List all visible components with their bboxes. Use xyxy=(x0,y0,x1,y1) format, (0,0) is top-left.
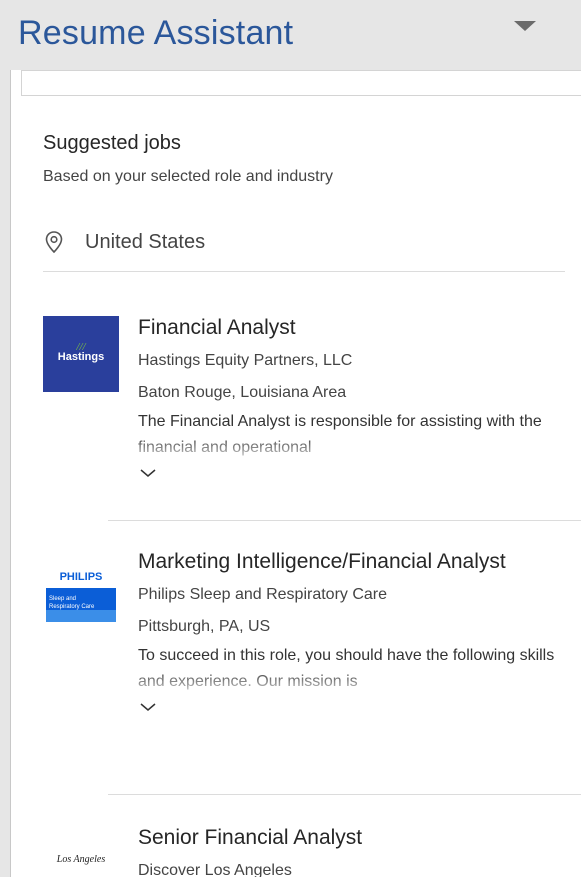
section-title: Suggested jobs xyxy=(43,132,181,154)
job-card[interactable]: /// Hastings Financial Analyst Hastings … xyxy=(43,316,581,506)
job-title[interactable]: Financial Analyst xyxy=(138,312,568,343)
job-location: Baton Rouge, Louisiana Area xyxy=(138,384,347,401)
pane-header: Resume Assistant xyxy=(0,0,581,70)
location-text: United States xyxy=(85,231,206,253)
divider xyxy=(108,520,581,521)
company-logo: PHILIPS Sleep and Respiratory Care xyxy=(43,550,119,626)
svg-text:Hastings: Hastings xyxy=(58,351,104,363)
svg-text:Sleep and: Sleep and xyxy=(49,596,76,602)
svg-text:Respiratory Care: Respiratory Care xyxy=(49,604,95,610)
svg-text:Los Angeles: Los Angeles xyxy=(56,854,106,865)
location-filter[interactable]: United States xyxy=(43,228,205,256)
job-card[interactable]: Los Angeles Senior Financial Analyst Dis… xyxy=(43,826,581,877)
job-company: Philips Sleep and Respiratory Care xyxy=(138,586,388,603)
job-company: Hastings Equity Partners, LLC xyxy=(138,352,353,369)
pane-body: Suggested jobs Based on your selected ro… xyxy=(10,70,581,877)
pane-options-button[interactable] xyxy=(510,14,540,36)
section-subtitle: Based on your selected role and industry xyxy=(43,168,333,185)
location-pin-icon xyxy=(45,231,63,254)
job-description: The Financial Analyst is responsible for… xyxy=(138,413,542,456)
resume-assistant-pane: Resume Assistant Suggested jobs Based on… xyxy=(0,0,581,877)
pane-title: Resume Assistant xyxy=(18,14,294,52)
job-location: Pittsburgh, PA, US xyxy=(138,618,271,635)
expand-chevron-icon[interactable] xyxy=(138,699,158,715)
svg-text:PHILIPS: PHILIPS xyxy=(60,571,103,583)
company-logo: Los Angeles xyxy=(43,826,119,877)
job-company: Discover Los Angeles xyxy=(138,862,292,877)
job-title[interactable]: Marketing Intelligence/Financial Analyst xyxy=(138,546,568,577)
job-card[interactable]: PHILIPS Sleep and Respiratory Care Marke… xyxy=(43,550,581,780)
divider xyxy=(43,271,565,272)
expand-chevron-icon[interactable] xyxy=(138,465,158,481)
top-strip xyxy=(21,70,581,96)
divider xyxy=(108,794,581,795)
company-logo: /// Hastings xyxy=(43,316,119,392)
job-description: To succeed in this role, you should have… xyxy=(138,647,555,690)
job-title[interactable]: Senior Financial Analyst xyxy=(138,822,568,853)
chevron-down-icon xyxy=(514,21,536,31)
